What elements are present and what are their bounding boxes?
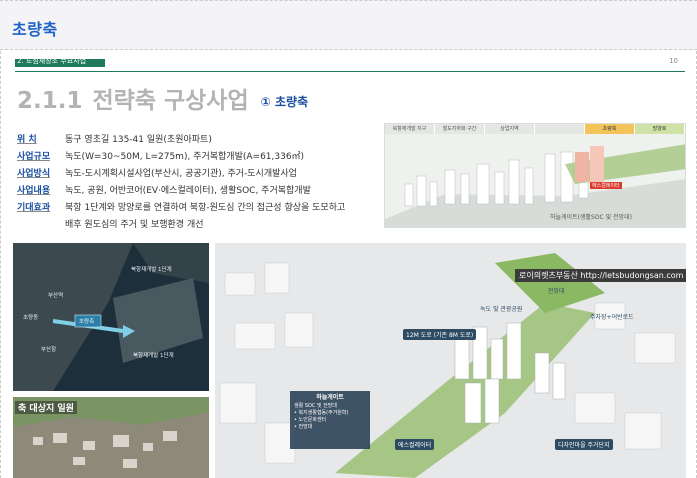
info-key: 사업규모	[17, 152, 51, 162]
doc-title: 2.1.1 전략축 구상사업 ① 초량축	[17, 81, 308, 115]
render-label: 디자인마을 주거단지	[555, 439, 613, 450]
section-diagram: 북항재개발 지구 철도지하화 구간 상업지역 초량축 망양로 에스컬레이터 하늘…	[384, 123, 686, 228]
map-label: 초량축	[79, 319, 95, 325]
info-value: 녹도(W=30~50M, L=275m), 주거복합개발(A=61,336㎡)	[65, 152, 305, 162]
title-text: 전략축 구상사업	[92, 88, 249, 114]
escalator-label: 에스컬레이터	[590, 182, 622, 189]
diagram-caption: 하늘게이트(생활SOC 및 전망대)	[550, 214, 632, 221]
title-number: 2.1.1	[17, 88, 83, 114]
info-key: 위 치	[17, 135, 37, 145]
callout-title: 하늘게이트	[316, 394, 344, 401]
callout-line: 생활 SOC 및 전망대	[294, 403, 337, 409]
info-value: 녹도-도시계획시설사업(부산시, 공공기관), 주거-도시개발사업	[65, 169, 297, 179]
page-title: 초량축	[12, 20, 58, 39]
info-row: 기대효과 북항 1단계와 망양로를 연결하여 북항-원도심 간의 접근성 향상을…	[17, 201, 377, 215]
render-label: 에스컬레이터	[395, 439, 435, 450]
diagram-buildings	[385, 144, 685, 227]
callout-line: • 노인문화센터	[294, 417, 327, 423]
callout-line: • 전망대	[294, 424, 313, 430]
map-label: 북항재개발 1단계	[133, 353, 174, 359]
render-image: 로이의렛츠부동산 http://letsbudongsan.com 전망대 주차…	[215, 243, 686, 478]
map-label: 초량동	[23, 315, 39, 321]
divider	[15, 71, 685, 72]
info-row: 사업규모 녹도(W=30~50M, L=275m), 주거복합개발(A=61,3…	[17, 150, 377, 164]
title-sub: ① 초량축	[260, 95, 309, 109]
section-label: 2. 도심재창조 주요사업	[17, 57, 87, 65]
render-label: 녹도 및 관광공원	[480, 306, 523, 313]
page-number: 10	[669, 57, 678, 65]
info-row: 사업내용 녹도, 공원, 어반코어(EV·에스컬레이터), 생활SOC, 주거복…	[17, 184, 377, 198]
info-table: 위 치 동구 영초길 135-41 일원(초원아파트) 사업규모 녹도(W=30…	[17, 133, 377, 232]
aerial-map: 북항재개발 1단계 부산역 초량동 북항재개발 1단계 초량축 부산항	[13, 243, 209, 391]
info-row: 사업방식 녹도-도시계획시설사업(부산시, 공공기관), 주거-도시개발사업	[17, 167, 377, 181]
info-row: 위 치 동구 영초길 135-41 일원(초원아파트)	[17, 133, 377, 147]
info-value: 북항 1단계와 망양로를 연결하여 북항-원도심 간의 접근성 향상을 도모하고	[65, 203, 346, 213]
watermark: 로이의렛츠부동산 http://letsbudongsan.com	[515, 269, 686, 282]
title-bar: 초량축	[0, 0, 697, 50]
info-key: 사업내용	[17, 186, 51, 196]
document-image: 2. 도심재창조 주요사업 10 2.1.1 전략축 구상사업 ① 초량축 위 치…	[0, 51, 697, 478]
info-value: 녹도, 공원, 어반코어(EV·에스컬레이터), 생활SOC, 주거복합개발	[65, 186, 311, 196]
info-continuation: 배후 원도심의 주거 및 보행환경 개선	[65, 220, 204, 230]
map-graphic	[13, 243, 209, 391]
site-photo: 축 대상지 일원	[13, 397, 209, 478]
map-label: 부산역	[48, 293, 64, 299]
photo-label: 축 대상지 일원	[15, 401, 77, 414]
map-label: 부산항	[41, 347, 57, 353]
info-key: 기대효과	[17, 203, 51, 213]
render-label: 12M 도로 (기존 8M 도로)	[403, 329, 477, 340]
map-label: 북항재개발 1단계	[131, 267, 172, 273]
render-label: 전망대	[548, 288, 565, 295]
callout-line: • 복지생활협동(주거원학)	[294, 410, 349, 416]
sky-gate-callout: 하늘게이트 생활 SOC 및 전망대 • 복지생활협동(주거원학) • 노인문화…	[290, 391, 370, 449]
info-value: 동구 영초길 135-41 일원(초원아파트)	[65, 135, 212, 145]
render-label: 주차장+어반로드	[590, 314, 634, 321]
info-key: 사업방식	[17, 169, 51, 179]
